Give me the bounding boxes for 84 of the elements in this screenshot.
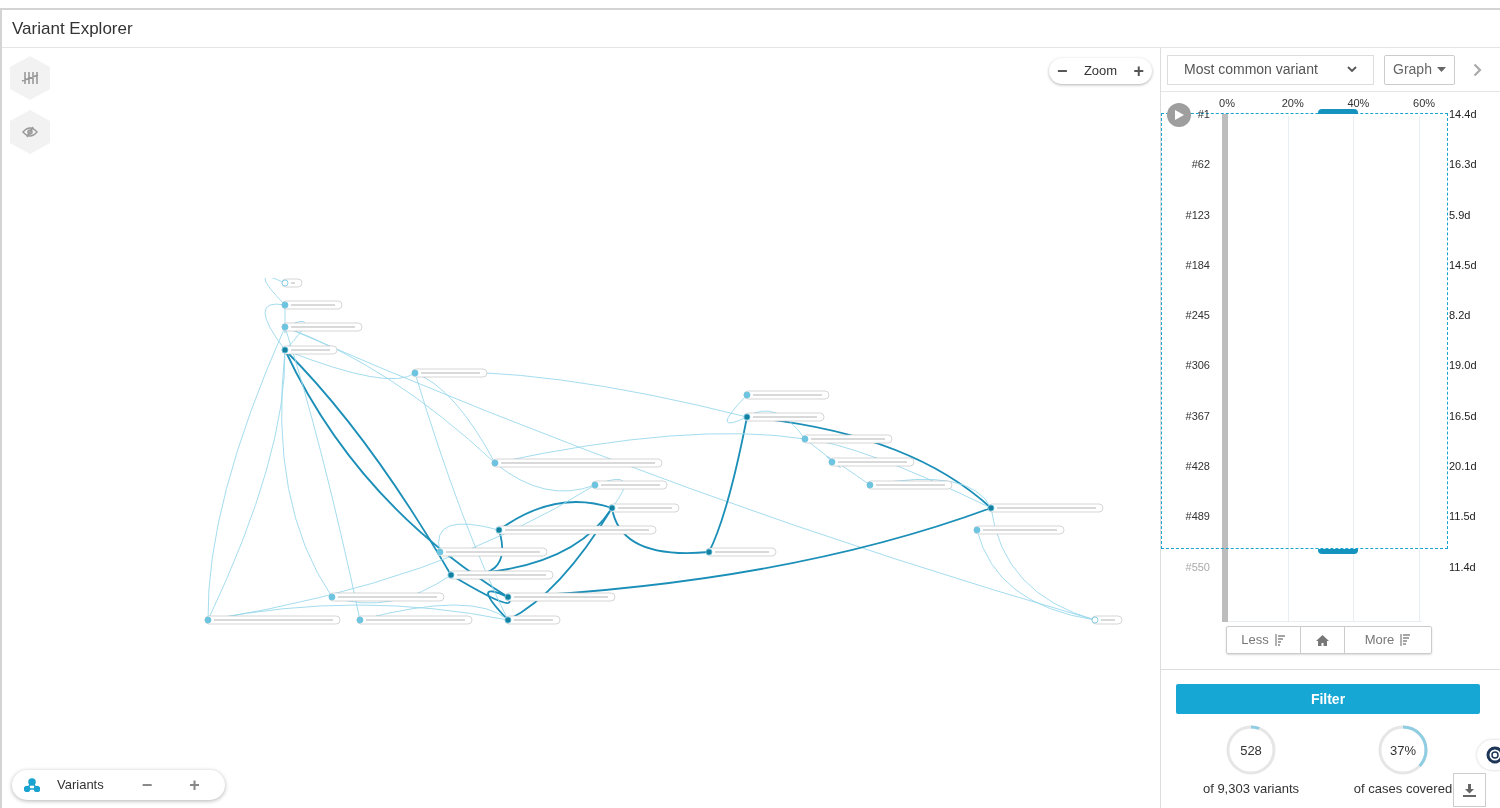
process-node[interactable] [356,615,473,625]
process-node[interactable] [705,547,777,557]
hidden-eye-icon [22,126,38,138]
progress-ring [1225,724,1277,776]
process-node[interactable] [504,615,561,625]
process-node[interactable] [973,525,1065,535]
help-button[interactable] [1477,740,1500,770]
more-button[interactable]: More [1345,627,1431,653]
process-node[interactable] [281,322,363,332]
progress-ring [1377,724,1429,776]
home-icon [1316,634,1329,646]
variants-label: Variants [57,776,104,795]
process-node[interactable] [411,368,488,378]
variant-rank: #184 [1185,257,1210,273]
process-node[interactable] [987,503,1104,513]
process-node[interactable] [204,615,341,625]
stat-value: 37% [1390,742,1416,760]
variant-rank: #550 [1185,559,1210,575]
variant-duration: 8.2d [1449,308,1471,324]
process-node[interactable] [591,480,668,490]
process-node[interactable] [491,458,663,468]
axis-tick-label: 20% [1281,96,1304,111]
process-node[interactable] [328,592,445,602]
variant-rank: #62 [1191,157,1210,173]
axis-tick-label: 0% [1219,96,1235,111]
variant-duration: 19.0d [1449,358,1477,374]
variant-duration: 11.5d [1449,509,1476,525]
process-node[interactable] [608,503,680,513]
stat-caption: of cases covered [1353,780,1453,798]
chevron-right-icon[interactable] [1473,62,1482,77]
stat-value: 528 [1240,742,1262,760]
range-bottom-handle[interactable] [1318,549,1358,554]
zoom-out-button[interactable]: − [1057,62,1068,80]
variant-duration: 20.1d [1449,459,1477,475]
fewer-variants-button[interactable]: − [141,776,153,794]
download-button[interactable] [1453,773,1486,807]
axis-tick-label: 60% [1413,96,1436,111]
process-node[interactable] [495,525,657,535]
axis-tick-label: 40% [1347,96,1370,111]
variant-duration: 14.4d [1449,107,1477,122]
process-node[interactable] [743,412,825,422]
more-variants-button[interactable]: + [189,776,200,794]
caret-icon [1436,67,1446,72]
process-node[interactable] [1091,615,1123,625]
variant-duration: 16.5d [1449,408,1477,424]
variant-duration: 11.4d [1449,559,1476,575]
play-button[interactable] [1167,103,1191,127]
sort-lines-icon [1274,634,1286,646]
process-node[interactable] [447,570,554,580]
zoom-label: Zoom [1083,62,1118,81]
less-button[interactable]: Less [1227,627,1301,653]
process-node[interactable] [866,480,953,490]
variant-rank: #1 [1197,107,1210,122]
process-node[interactable] [436,547,548,557]
variant-duration: 16.3d [1449,157,1477,173]
process-node[interactable] [743,390,830,400]
sort-lines-icon [1400,634,1412,646]
variant-duration: 14.5d [1449,257,1477,273]
range-top-handle[interactable] [1318,109,1358,114]
chevron-down-icon [1347,66,1357,73]
variant-rank: #306 [1185,358,1210,374]
sort-dropdown[interactable]: Most common variant [1167,54,1374,85]
tally-marks-icon [21,71,39,85]
network-nodes-icon [24,778,40,792]
variant-rank: #489 [1185,509,1210,525]
process-node[interactable] [504,592,616,602]
download-icon [1463,783,1476,797]
filter-button[interactable]: Filter [1176,684,1480,714]
window-title: Variant Explorer [12,17,133,40]
process-node[interactable] [801,434,893,444]
process-node[interactable] [281,278,303,288]
play-icon [1174,110,1184,120]
process-node[interactable] [828,457,915,467]
variant-duration: 5.9d [1449,207,1471,223]
variant-rank: #428 [1185,459,1210,475]
variant-rank: #123 [1185,207,1210,223]
process-node[interactable] [281,300,343,310]
process-node[interactable] [281,345,338,355]
zoom-in-button[interactable]: + [1133,62,1144,80]
lifebuoy-icon [1485,746,1500,764]
view-mode-button[interactable]: Graph [1384,54,1455,85]
variant-rank: #367 [1185,408,1210,424]
variant-rank: #245 [1185,308,1210,324]
stat-caption: of 9,303 variants [1202,780,1300,798]
